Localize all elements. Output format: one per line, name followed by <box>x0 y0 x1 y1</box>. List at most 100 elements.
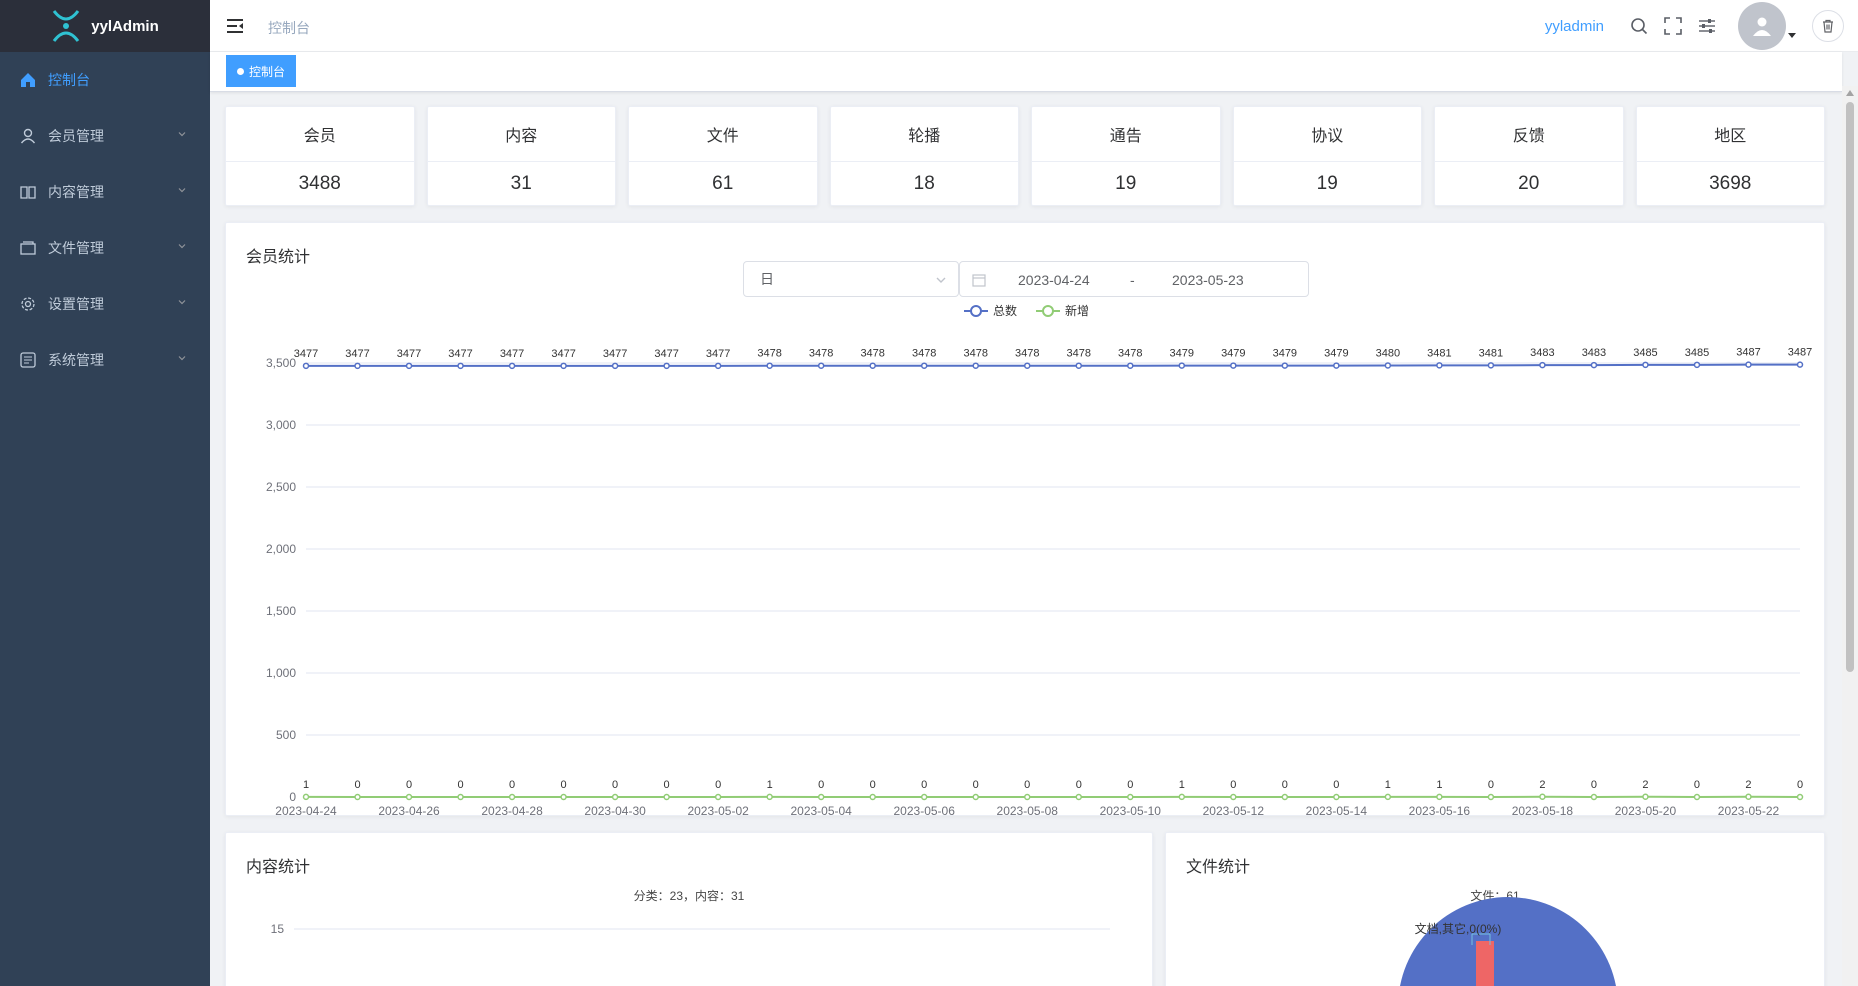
sidebar-item-5[interactable]: 系统管理 <box>0 332 210 388</box>
data-point <box>1023 362 1031 369</box>
stat-value: 20 <box>1518 173 1540 194</box>
date-start-input[interactable]: 2023-04-24 <box>1018 272 1090 288</box>
stat-card[interactable]: 协议 19 <box>1232 106 1422 206</box>
legend-label: 总数 <box>993 303 1017 318</box>
data-label: 3483 <box>1582 347 1606 359</box>
data-point <box>1230 362 1237 369</box>
username-link[interactable]: yyladmin <box>1545 18 1604 35</box>
data-point <box>920 793 928 801</box>
sidebar-item-3[interactable]: 文件管理 <box>0 220 210 276</box>
data-point <box>1436 793 1443 801</box>
chevron-down-icon <box>178 188 186 193</box>
logo[interactable]: yylAdmin <box>0 0 210 52</box>
data-label: 3477 <box>448 348 472 360</box>
chevron-down-icon <box>936 277 946 283</box>
data-point <box>1281 793 1289 801</box>
data-label: 0 <box>818 779 824 791</box>
x-tick-label: 2023-05-04 <box>790 804 852 817</box>
data-label: 0 <box>1797 779 1803 791</box>
stat-card[interactable]: 轮播 18 <box>829 106 1019 206</box>
data-point <box>766 362 773 369</box>
book-icon <box>20 186 36 199</box>
data-point <box>663 362 670 370</box>
folder-icon <box>20 241 36 255</box>
x-tick-label: 2023-05-08 <box>997 804 1059 817</box>
stat-label: 反馈 <box>1435 107 1623 162</box>
data-label: 0 <box>973 779 979 791</box>
scroll-up-arrow-icon[interactable] <box>1846 90 1854 96</box>
stat-card[interactable]: 通告 19 <box>1031 106 1221 206</box>
app-name: yylAdmin <box>91 17 159 35</box>
data-label: 3487 <box>1736 347 1760 359</box>
sidebar-item-label: 会员管理 <box>48 128 104 144</box>
data-label: 3477 <box>603 348 627 360</box>
stat-label: 内容 <box>427 107 615 162</box>
y-tick-label: 1,000 <box>266 666 296 680</box>
stat-card[interactable]: 内容 31 <box>426 106 616 206</box>
x-tick-label: 2023-04-26 <box>378 804 440 817</box>
stat-card[interactable]: 反馈 20 <box>1434 106 1624 206</box>
stat-value: 3698 <box>1709 173 1752 194</box>
data-label: 3483 <box>1530 347 1554 359</box>
legend-marker <box>970 305 982 317</box>
date-range-picker[interactable]: 2023-04-24 - 2023-05-23 <box>959 261 1309 297</box>
stat-card[interactable]: 会员 3488 <box>225 106 415 206</box>
scrollbar-thumb[interactable] <box>1846 102 1854 672</box>
stat-value: 3488 <box>298 173 341 194</box>
vertical-scrollbar[interactable] <box>1842 86 1858 986</box>
data-point <box>817 362 825 369</box>
data-point <box>302 362 310 370</box>
sidebar: yylAdmin 控制台会员管理内容管理 文件管理 设置管理 系统管理 <box>0 0 210 986</box>
sidebar-item-1[interactable]: 会员管理 <box>0 108 210 164</box>
sidebar-item-2[interactable]: 内容管理 <box>0 164 210 220</box>
data-point <box>766 793 773 801</box>
fullscreen-icon[interactable] <box>1664 17 1682 35</box>
hamburger-icon[interactable] <box>226 17 244 35</box>
data-point <box>1127 793 1134 801</box>
data-point <box>920 362 928 369</box>
data-point <box>1230 793 1237 801</box>
data-label: 2 <box>1539 779 1545 791</box>
avatar[interactable] <box>1738 2 1786 50</box>
x-tick-label: 2023-05-14 <box>1306 804 1368 817</box>
breadcrumb[interactable]: 控制台 <box>268 18 310 38</box>
date-end-input[interactable]: 2023-05-23 <box>1172 272 1244 288</box>
data-label: 0 <box>1230 779 1236 791</box>
date-separator: - <box>1130 272 1135 288</box>
sidebar-item-label: 控制台 <box>48 72 90 88</box>
data-label: 3479 <box>1170 348 1194 360</box>
sidebar-item-4[interactable]: 设置管理 <box>0 276 210 332</box>
data-point <box>1127 362 1134 369</box>
trash-button[interactable] <box>1812 10 1844 42</box>
stat-value: 31 <box>510 173 532 194</box>
data-point <box>869 362 876 369</box>
data-label: 1 <box>1385 779 1391 791</box>
data-point <box>1539 361 1546 369</box>
chevron-down-icon <box>178 356 186 361</box>
data-point <box>1539 793 1546 801</box>
unit-select-value: 日 <box>760 271 774 287</box>
search-icon[interactable] <box>1630 17 1648 35</box>
unit-select[interactable]: 日 <box>743 261 959 297</box>
data-label: 3479 <box>1273 348 1297 360</box>
data-label: 0 <box>612 779 618 791</box>
data-point <box>508 793 516 801</box>
data-label: 3478 <box>809 348 833 360</box>
settings-sliders-icon[interactable] <box>1698 17 1716 35</box>
stat-card[interactable]: 地区 3698 <box>1635 106 1825 206</box>
data-label: 0 <box>1024 779 1030 791</box>
data-point <box>1178 793 1186 801</box>
data-label: 3478 <box>757 348 781 360</box>
caret-down-icon[interactable] <box>1788 31 1796 39</box>
x-tick-label: 2023-05-18 <box>1512 804 1574 817</box>
stat-label: 会员 <box>226 107 414 162</box>
sidebar-item-0[interactable]: 控制台 <box>0 52 210 108</box>
stat-label: 轮播 <box>830 107 1018 162</box>
y-tick-label: 2,000 <box>266 542 296 556</box>
x-tick-label: 2023-05-10 <box>1100 804 1162 817</box>
stat-card[interactable]: 文件 61 <box>628 106 818 206</box>
data-label: 0 <box>921 779 927 791</box>
data-point <box>405 362 413 370</box>
file-stats-panel: 文件统计 文件：61 文档,其它,0(0%) <box>1165 832 1825 986</box>
tag-dashboard[interactable]: 控制台 <box>226 55 297 87</box>
